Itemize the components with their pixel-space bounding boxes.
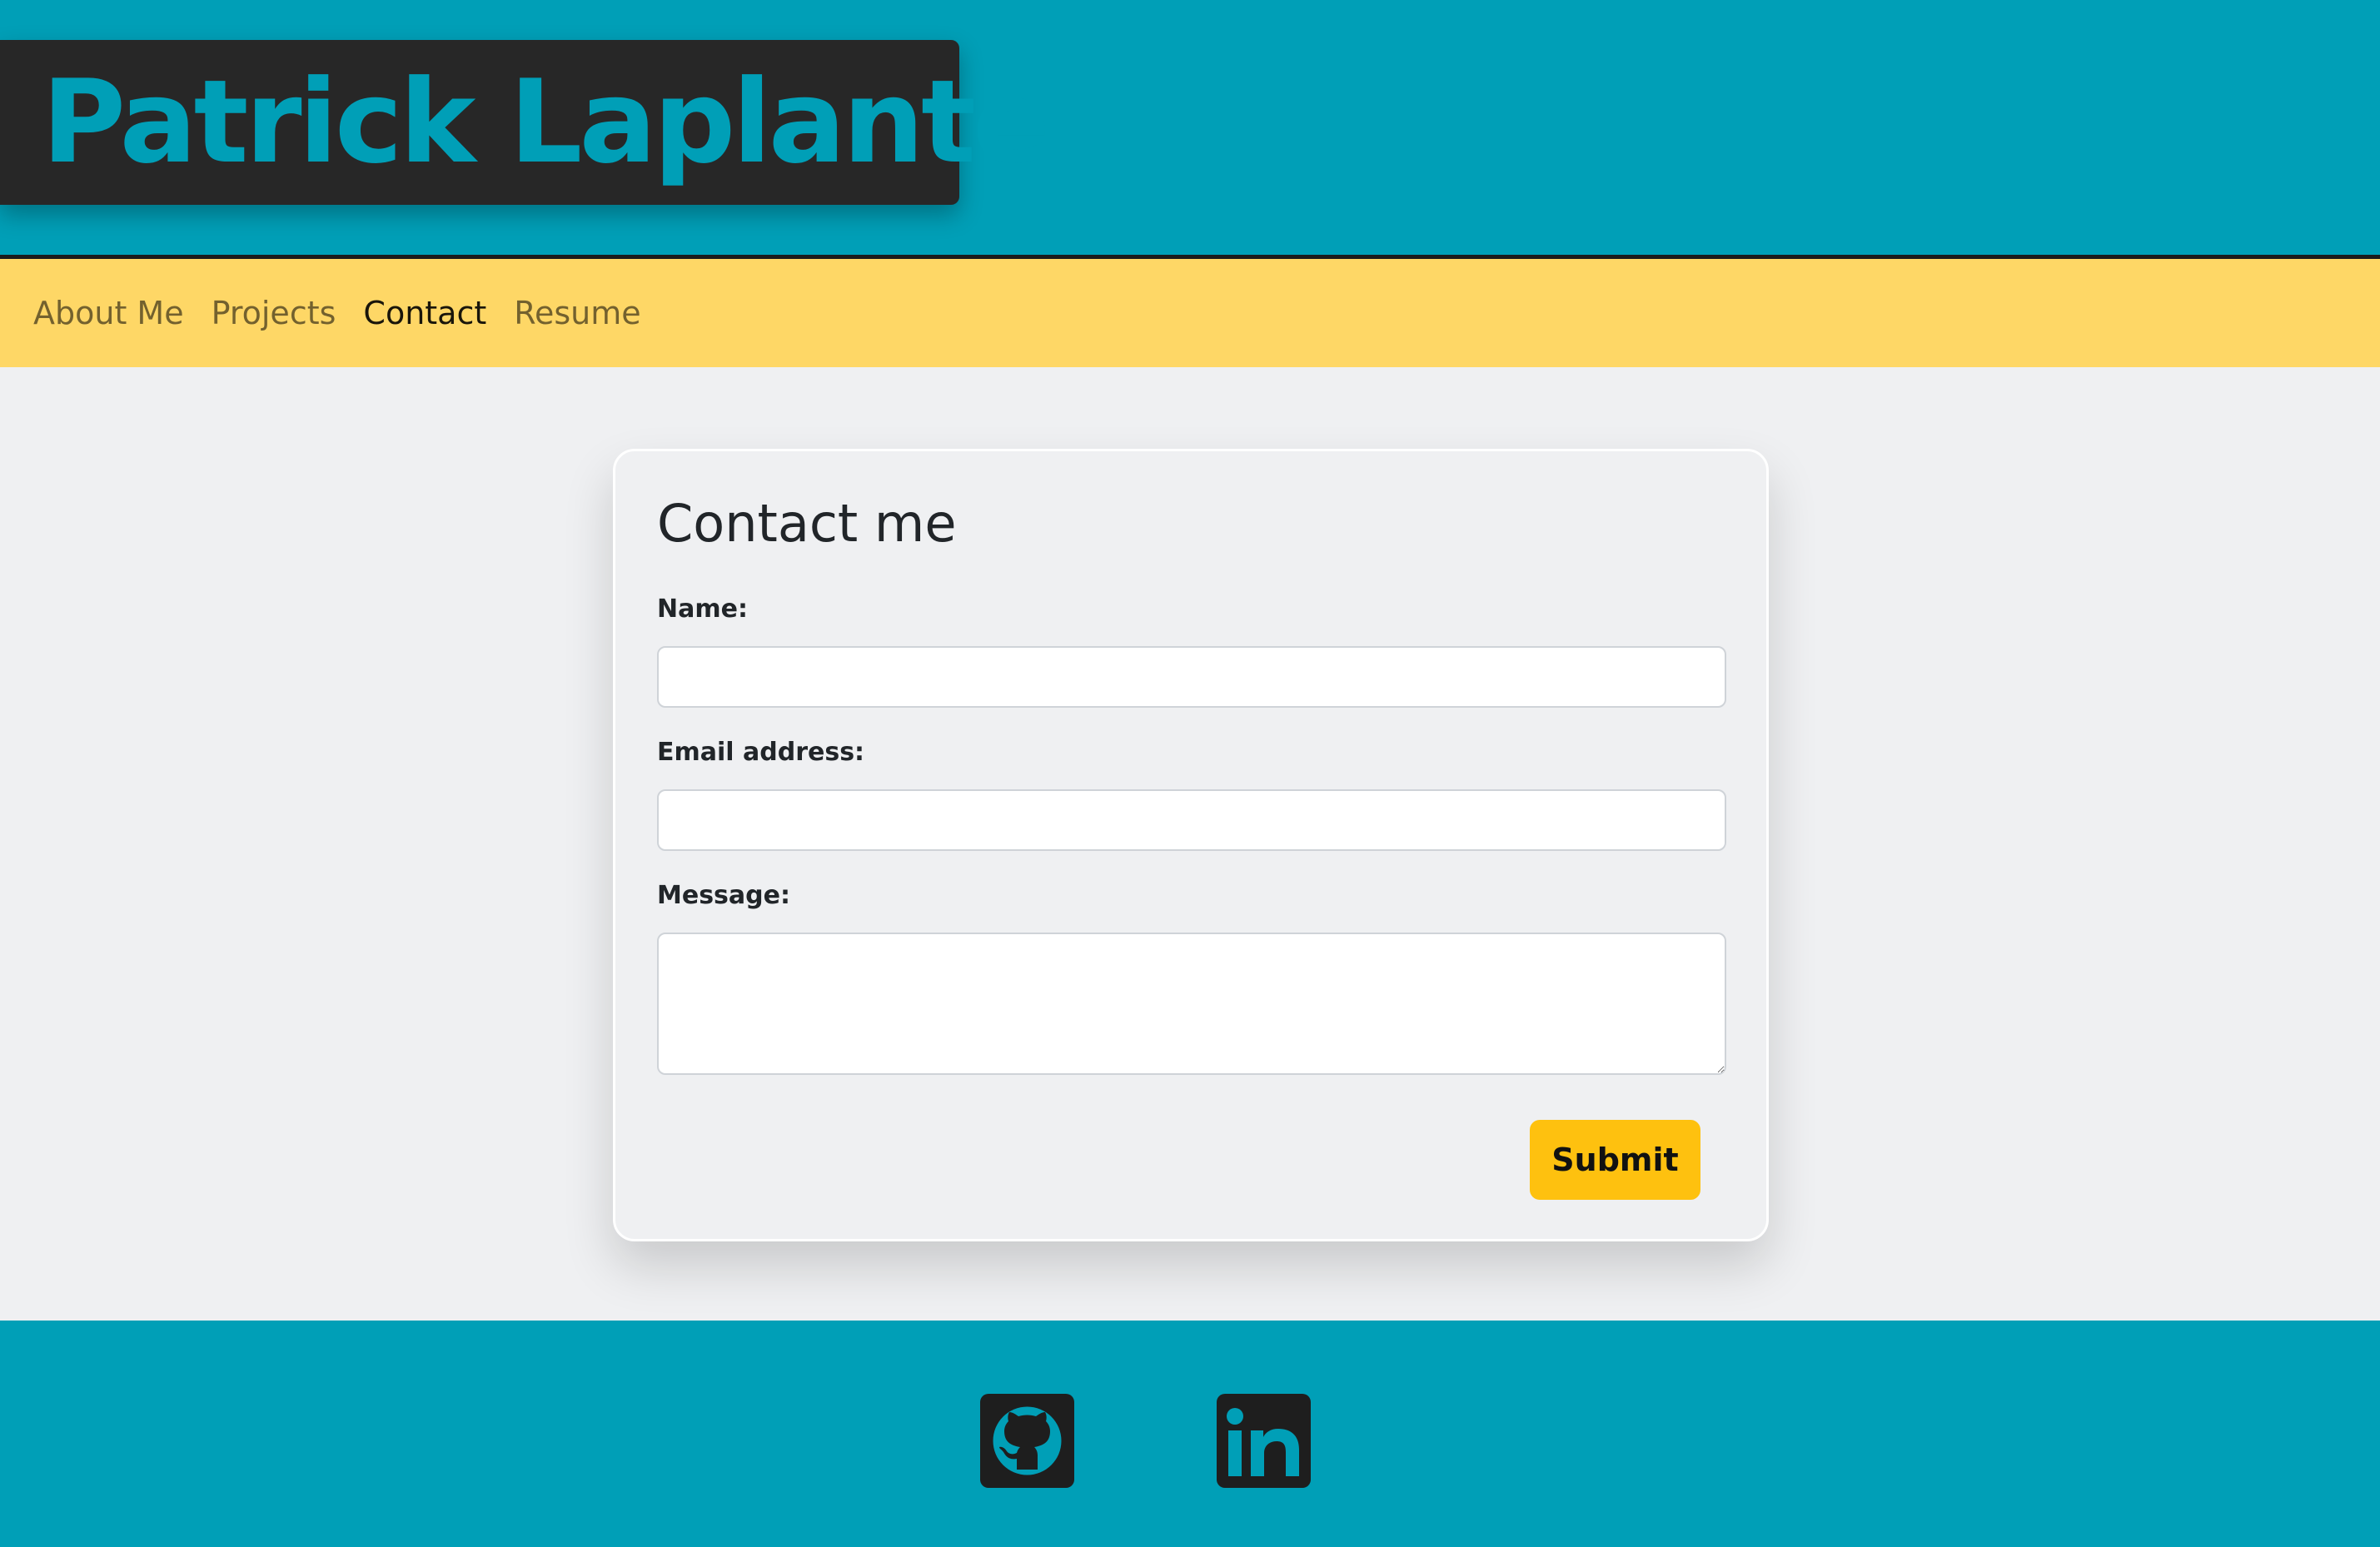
contact-form-title: Contact me [657, 493, 957, 554]
contact-form-card: Contact me Name: Email address: Message:… [613, 449, 1769, 1241]
brand-block: Patrick Laplante [0, 40, 1051, 205]
email-input[interactable] [657, 789, 1726, 851]
site-footer [0, 1321, 2380, 1547]
nav-link-resume[interactable]: Resume [514, 295, 640, 331]
linkedin-link[interactable] [1217, 1394, 1311, 1488]
name-label: Name: [657, 594, 748, 624]
email-label: Email address: [657, 738, 865, 767]
site-title[interactable]: Patrick Laplante [0, 65, 1051, 180]
main-content: Contact me Name: Email address: Message:… [0, 367, 2380, 1321]
main-navbar: About Me Projects Contact Resume [0, 259, 2380, 367]
site-header: Patrick Laplante [0, 0, 2380, 259]
linkedin-icon [1227, 1408, 1299, 1476]
message-label: Message: [657, 881, 790, 910]
name-input[interactable] [657, 646, 1726, 708]
nav-link-contact[interactable]: Contact [363, 295, 486, 331]
submit-button[interactable]: Submit [1530, 1120, 1700, 1200]
github-icon [993, 1406, 1062, 1475]
nav-link-projects[interactable]: Projects [212, 295, 336, 331]
message-textarea[interactable] [657, 933, 1726, 1075]
github-link[interactable] [980, 1394, 1074, 1488]
nav-link-about-me[interactable]: About Me [33, 295, 184, 331]
